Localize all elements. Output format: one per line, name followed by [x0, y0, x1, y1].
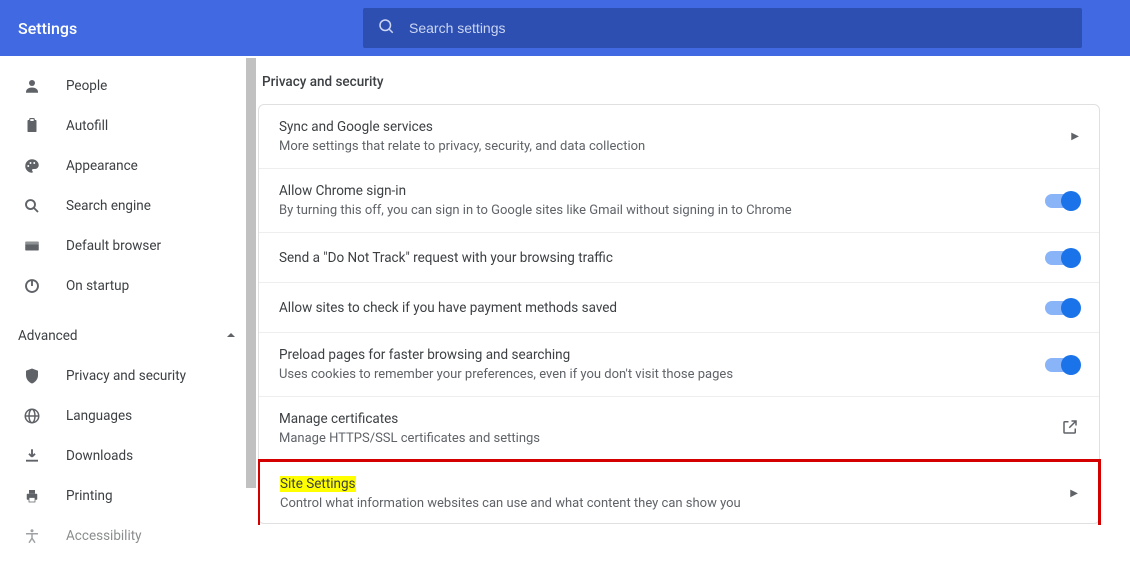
sidebar-item-label: Search engine	[66, 198, 151, 214]
download-icon	[22, 447, 42, 465]
sidebar-item-label: Accessibility	[66, 528, 142, 544]
sidebar: People Autofill Appearance Search engine	[0, 56, 258, 570]
launch-icon	[1061, 418, 1079, 440]
page-title: Settings	[18, 19, 363, 38]
row-title: Preload pages for faster browsing and se…	[279, 347, 1045, 363]
sidebar-scrollbar[interactable]	[246, 58, 256, 570]
sidebar-item-people[interactable]: People	[0, 66, 258, 106]
header: Settings	[0, 0, 1130, 56]
sidebar-item-label: Privacy and security	[66, 368, 186, 384]
row-text: Allow sites to check if you have payment…	[279, 300, 1045, 316]
advanced-toggle[interactable]: Advanced	[0, 316, 258, 356]
print-icon	[22, 487, 42, 505]
sidebar-item-label: People	[66, 78, 107, 94]
person-icon	[22, 77, 42, 95]
sidebar-item-label: Downloads	[66, 448, 133, 464]
row-title: Manage certificates	[279, 411, 1061, 427]
chevron-right-icon: ▶	[1071, 131, 1079, 142]
sidebar-item-downloads[interactable]: Downloads	[0, 436, 258, 476]
toggle-dnt[interactable]	[1045, 251, 1079, 265]
search-icon	[377, 17, 395, 39]
row-text: Send a "Do Not Track" request with your …	[279, 250, 1045, 266]
row-preload: Preload pages for faster browsing and se…	[259, 333, 1099, 397]
clipboard-icon	[22, 117, 42, 135]
sidebar-item-label: Default browser	[66, 238, 161, 254]
chevron-up-icon	[226, 328, 236, 344]
sidebar-item-label: Printing	[66, 488, 113, 504]
row-sync[interactable]: Sync and Google services More settings t…	[259, 105, 1099, 169]
sidebar-item-label: Autofill	[66, 118, 108, 134]
row-text: Site Settings Control what information w…	[280, 476, 1070, 511]
browser-icon	[22, 237, 42, 255]
sidebar-item-printing[interactable]: Printing	[0, 476, 258, 516]
sidebar-item-label: On startup	[66, 278, 129, 294]
sidebar-item-on-startup[interactable]: On startup	[0, 266, 258, 306]
row-title: Send a "Do Not Track" request with your …	[279, 250, 1045, 266]
row-text: Sync and Google services More settings t…	[279, 119, 1071, 154]
row-site-settings[interactable]: Site Settings Control what information w…	[258, 459, 1101, 525]
row-signin: Allow Chrome sign-in By turning this off…	[259, 169, 1099, 233]
sidebar-item-label: Appearance	[66, 158, 138, 174]
body: People Autofill Appearance Search engine	[0, 56, 1130, 570]
row-certificates[interactable]: Manage certificates Manage HTTPS/SSL cer…	[259, 397, 1099, 461]
row-sub: By turning this off, you can sign in to …	[279, 203, 1045, 218]
toggle-payment[interactable]	[1045, 301, 1079, 315]
settings-card: Sync and Google services More settings t…	[258, 104, 1100, 524]
highlight: Site Settings	[280, 476, 356, 492]
toggle-signin[interactable]	[1045, 194, 1079, 208]
search-icon	[22, 197, 42, 215]
advanced-label: Advanced	[18, 328, 78, 344]
row-sub: Control what information websites can us…	[280, 496, 1070, 511]
sidebar-item-label: Languages	[66, 408, 132, 424]
sidebar-item-search-engine[interactable]: Search engine	[0, 186, 258, 226]
toggle-preload[interactable]	[1045, 358, 1079, 372]
row-sub: Manage HTTPS/SSL certificates and settin…	[279, 431, 1061, 446]
sidebar-item-accessibility[interactable]: Accessibility	[0, 516, 258, 556]
chevron-right-icon: ▶	[1070, 488, 1078, 499]
sidebar-item-appearance[interactable]: Appearance	[0, 146, 258, 186]
row-sub: More settings that relate to privacy, se…	[279, 139, 1071, 154]
shield-icon	[22, 367, 42, 385]
row-dnt: Send a "Do Not Track" request with your …	[259, 233, 1099, 283]
row-title: Allow sites to check if you have payment…	[279, 300, 1045, 316]
scrollbar-thumb[interactable]	[246, 58, 256, 488]
globe-icon	[22, 407, 42, 425]
sidebar-item-languages[interactable]: Languages	[0, 396, 258, 436]
search-box[interactable]	[363, 8, 1082, 48]
row-text: Allow Chrome sign-in By turning this off…	[279, 183, 1045, 218]
accessibility-icon	[22, 527, 42, 545]
row-title: Site Settings	[280, 476, 1070, 492]
section-title: Privacy and security	[260, 70, 1100, 104]
row-payment: Allow sites to check if you have payment…	[259, 283, 1099, 333]
search-container	[363, 8, 1082, 48]
row-text: Preload pages for faster browsing and se…	[279, 347, 1045, 382]
sidebar-item-autofill[interactable]: Autofill	[0, 106, 258, 146]
sidebar-item-privacy[interactable]: Privacy and security	[0, 356, 258, 396]
row-title: Allow Chrome sign-in	[279, 183, 1045, 199]
search-input[interactable]	[409, 20, 1068, 36]
row-text: Manage certificates Manage HTTPS/SSL cer…	[279, 411, 1061, 446]
power-icon	[22, 277, 42, 295]
sidebar-item-default-browser[interactable]: Default browser	[0, 226, 258, 266]
palette-icon	[22, 157, 42, 175]
content: Privacy and security Sync and Google ser…	[258, 56, 1130, 570]
row-title: Sync and Google services	[279, 119, 1071, 135]
row-sub: Uses cookies to remember your preference…	[279, 367, 1045, 382]
